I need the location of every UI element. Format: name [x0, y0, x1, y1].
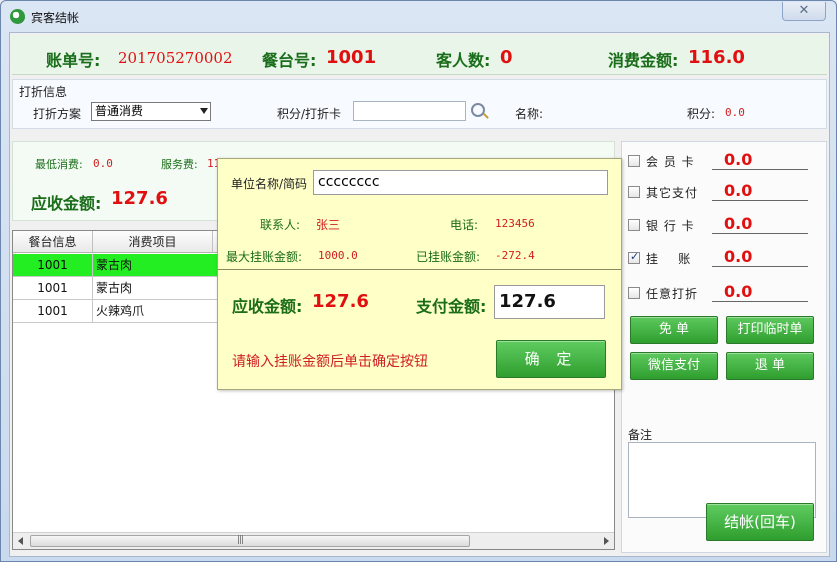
chevron-down-icon	[200, 108, 208, 114]
bank-card-checkbox[interactable]	[628, 219, 640, 231]
window-title: 宾客结帐	[31, 11, 80, 25]
print-temp-bill-button[interactable]: 打印临时单	[726, 316, 814, 344]
popup-receivable-value: 127.6	[312, 291, 369, 312]
bill-no-value: 201705270002	[118, 49, 233, 67]
company-label: 单位名称/简码	[231, 177, 308, 191]
payment-other: 其它支付 0.0	[628, 181, 824, 203]
column-header-item[interactable]: 消费项目	[93, 231, 213, 253]
scroll-right-icon[interactable]	[604, 537, 609, 545]
payment-amount-field[interactable]: 0.0	[712, 282, 808, 302]
row-item-cell: 蒙古肉	[93, 277, 233, 299]
payment-label: 任意打折	[646, 287, 699, 301]
discount-section-title: 打折信息	[19, 85, 68, 99]
row-item-cell: 蒙古肉	[93, 254, 233, 276]
service-fee-label: 服务费:	[161, 158, 198, 171]
remark-label: 备注	[628, 428, 653, 442]
used-credit-label: 已挂账金额:	[416, 250, 481, 264]
discount-scheme-value: 普通消费	[95, 104, 144, 118]
popup-receivable-label: 应收金额:	[232, 297, 303, 316]
payment-amount-field[interactable]: 0.0	[712, 150, 808, 170]
column-header-table[interactable]: 餐台信息	[13, 231, 93, 253]
row-table-cell: 1001	[13, 254, 93, 276]
title-bar: 宾客结帐 ✕	[1, 1, 836, 31]
close-button[interactable]: ✕	[782, 2, 826, 21]
on-account-popup: 单位名称/简码 cccccccc 联系人: 张三 电话: 123456 最大挂账…	[217, 158, 622, 390]
receivable-label: 应收金额:	[31, 194, 102, 213]
payment-amount-field[interactable]: 0.0	[712, 181, 808, 201]
checkout-button[interactable]: 结帐(回车)	[706, 503, 814, 541]
max-credit-value: 1000.0	[318, 249, 358, 262]
row-table-cell: 1001	[13, 277, 93, 299]
bill-no-label: 账单号:	[46, 51, 101, 70]
payment-panel: 会 员 卡 0.0 其它支付 0.0 银 行 卡 0.0 挂 账 0.0 任意打…	[621, 141, 827, 553]
phone-value: 123456	[495, 217, 535, 230]
contact-value: 张三	[316, 218, 341, 232]
points-label: 积分:	[687, 107, 716, 121]
on-account-checkbox[interactable]	[628, 250, 640, 264]
points-value: 0.0	[725, 106, 745, 119]
confirm-button[interactable]: 确 定	[496, 340, 606, 378]
used-credit-value: -272.4	[495, 249, 535, 262]
payment-label: 会 员 卡	[646, 155, 695, 169]
scroll-grip-icon: |||	[237, 535, 244, 545]
amount-label: 消费金额:	[608, 51, 679, 70]
card-input[interactable]	[353, 101, 466, 121]
app-logo-icon	[10, 9, 25, 24]
member-card-checkbox[interactable]	[628, 155, 640, 167]
search-icon[interactable]	[471, 103, 485, 117]
payment-label: 银 行 卡	[646, 219, 695, 233]
custom-discount-checkbox[interactable]	[628, 287, 640, 299]
other-payment-checkbox[interactable]	[628, 186, 640, 198]
checkout-window: 宾客结帐 ✕ 账单号: 201705270002 餐台号: 1001 客人数: …	[0, 0, 837, 562]
phone-label: 电话:	[450, 218, 479, 232]
guests-value: 0	[500, 47, 513, 68]
payment-custom-discount: 任意打折 0.0	[628, 282, 824, 304]
pay-amount-label: 支付金额:	[416, 297, 487, 316]
card-label: 积分/打折卡	[277, 107, 342, 121]
member-name-label: 名称:	[515, 107, 544, 121]
table-no-label: 餐台号:	[262, 51, 317, 70]
guests-label: 客人数:	[436, 51, 491, 70]
payment-amount-field[interactable]: 0.0	[712, 214, 808, 234]
company-input[interactable]: cccccccc	[313, 170, 608, 195]
wechat-pay-button[interactable]: 微信支付	[630, 352, 718, 380]
min-consumption-label: 最低消费:	[35, 158, 83, 171]
refund-order-button[interactable]: 退 单	[726, 352, 814, 380]
table-no-value: 1001	[326, 47, 377, 68]
payment-label: 挂 账	[646, 252, 692, 266]
pay-amount-input[interactable]: 127.6	[494, 285, 605, 319]
row-table-cell: 1001	[13, 300, 93, 322]
payment-member-card: 会 员 卡 0.0	[628, 150, 824, 172]
scroll-left-icon[interactable]	[18, 537, 23, 545]
payment-label: 其它支付	[646, 186, 699, 200]
discount-section: 打折信息 打折方案 普通消费 积分/打折卡 名称: 积分: 0.0	[12, 79, 827, 129]
popup-divider	[218, 269, 621, 270]
discount-scheme-select[interactable]: 普通消费	[91, 102, 211, 121]
amount-value: 116.0	[688, 47, 745, 68]
popup-hint: 请输入挂账金额后单击确定按钮	[232, 354, 428, 370]
payment-amount-field[interactable]: 0.0	[712, 247, 808, 267]
horizontal-scrollbar[interactable]: |||	[13, 532, 614, 549]
summary-bar: 账单号: 201705270002 餐台号: 1001 客人数: 0 消费金额:…	[12, 35, 827, 75]
receivable-value: 127.6	[111, 188, 168, 209]
free-order-button[interactable]: 免 单	[630, 316, 718, 344]
contact-label: 联系人:	[260, 218, 301, 232]
payment-on-account: 挂 账 0.0	[628, 247, 824, 269]
discount-scheme-label: 打折方案	[33, 107, 82, 121]
row-item-cell: 火辣鸡爪	[93, 300, 233, 322]
scrollbar-thumb[interactable]	[30, 535, 470, 547]
max-credit-label: 最大挂账金额:	[226, 250, 303, 264]
payment-bank-card: 银 行 卡 0.0	[628, 214, 824, 236]
min-consumption-value: 0.0	[93, 157, 113, 170]
